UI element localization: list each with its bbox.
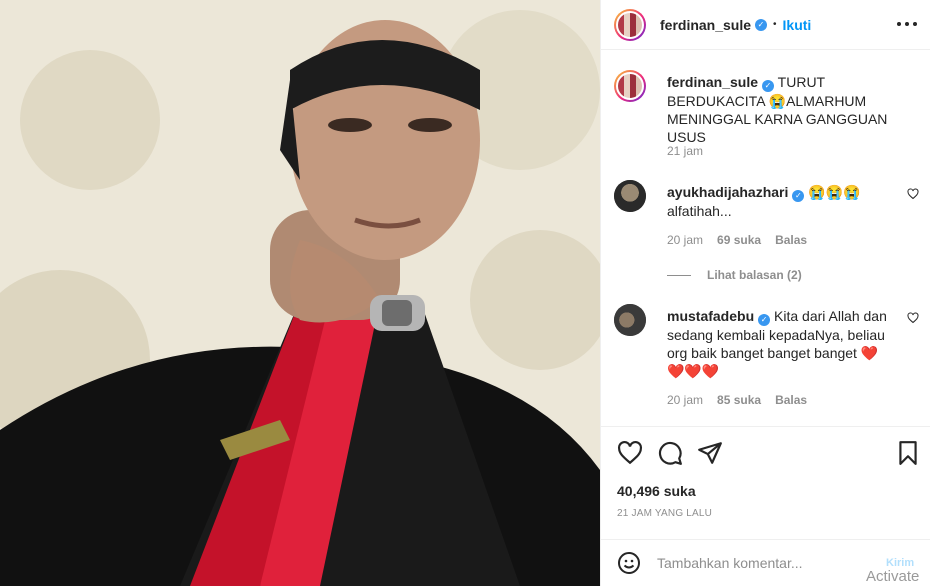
- verified-badge-icon: ✓: [792, 190, 805, 202]
- comment-meta: 20 jam 69 suka Balas: [667, 233, 807, 247]
- comment-like-heart-icon[interactable]: [907, 312, 919, 324]
- post-sidebar: ferdinan_sule ✓ • Ikuti ferdinan_sule ✓ T…: [600, 0, 930, 586]
- comment-time: 20 jam: [667, 393, 704, 407]
- author-username[interactable]: ferdinan_sule: [660, 17, 751, 33]
- post-timestamp[interactable]: 21 JAM YANG LALU: [617, 508, 712, 519]
- post-header: ferdinan_sule ✓ • Ikuti: [601, 0, 930, 50]
- more-options-icon[interactable]: [897, 14, 917, 34]
- header-separator: •: [773, 19, 777, 30]
- heart-icon[interactable]: [617, 440, 643, 466]
- comment-body: ayukhadijahazhari ✓ 😭😭😭 alfatihah...: [667, 183, 897, 220]
- caption-time: 21 jam: [667, 144, 704, 158]
- comment-likes[interactable]: 85 suka: [717, 393, 761, 407]
- verified-badge-icon: ✓: [755, 18, 768, 31]
- comment-input[interactable]: Tambahkan komentar...: [657, 555, 803, 571]
- verified-badge-icon: ✓: [762, 80, 775, 92]
- comment-icon[interactable]: [657, 440, 683, 466]
- comment-meta: 20 jam 85 suka Balas: [667, 393, 807, 407]
- action-bar: [601, 426, 930, 480]
- caption-username[interactable]: ferdinan_sule: [667, 74, 758, 90]
- replies-divider: [667, 274, 691, 276]
- comment-time: 20 jam: [667, 233, 704, 247]
- comment-reply-button[interactable]: Balas: [775, 393, 807, 407]
- commenter-avatar[interactable]: [614, 180, 646, 212]
- comment-body: mustafadebu ✓ Kita dari Allah dan sedang …: [667, 307, 897, 380]
- comment-likes[interactable]: 69 suka: [717, 233, 761, 247]
- likes-count[interactable]: 40,496 suka: [617, 483, 696, 499]
- post-photo[interactable]: [0, 0, 600, 586]
- view-replies-button[interactable]: Lihat balasan (2): [667, 268, 802, 282]
- author-avatar[interactable]: [614, 8, 646, 41]
- bookmark-icon[interactable]: [895, 440, 921, 466]
- activate-windows-watermark: Activate: [866, 568, 920, 585]
- comment-reply-button[interactable]: Balas: [775, 233, 807, 247]
- comment-like-heart-icon[interactable]: [907, 188, 919, 200]
- follow-button[interactable]: Ikuti: [783, 17, 812, 33]
- view-replies-label: Lihat balasan (2): [707, 268, 802, 282]
- caption-avatar[interactable]: [614, 70, 646, 102]
- verified-badge-icon: ✓: [758, 314, 771, 326]
- commenter-avatar[interactable]: [614, 304, 646, 336]
- instagram-post: ferdinan_sule ✓ • Ikuti ferdinan_sule ✓ T…: [0, 0, 930, 586]
- emoji-icon[interactable]: [617, 551, 641, 575]
- comment-username[interactable]: mustafadebu: [667, 308, 754, 324]
- share-icon[interactable]: [697, 440, 723, 466]
- caption-body: ferdinan_sule ✓ TURUT BERDUKACITA 😭ALMARH…: [667, 73, 897, 146]
- comment-username[interactable]: ayukhadijahazhari: [667, 184, 788, 200]
- post-photo-image: [0, 0, 600, 586]
